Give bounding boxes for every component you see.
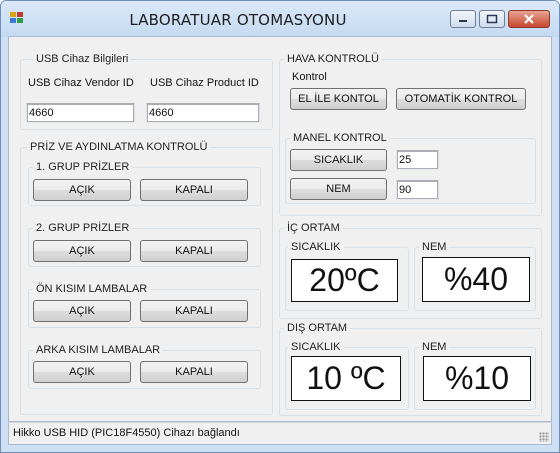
arka-lamba-on-button[interactable]: AÇIK <box>33 361 131 383</box>
title-bar[interactable]: LABORATUAR OTOMASYONU <box>1 1 559 37</box>
ic-hum-display: %40 <box>422 257 530 302</box>
grup1-on-button[interactable]: AÇIK <box>33 179 131 201</box>
close-button[interactable] <box>508 10 550 28</box>
usb-info-group-label: USB Cihaz Bilgileri <box>33 53 132 65</box>
ic-temp-label: SICAKLIK <box>288 241 344 253</box>
status-text: Hikko USB HID (PIC18F4550) Cihazı bağlan… <box>13 427 240 439</box>
dis-hum-label: NEM <box>419 341 450 353</box>
grup2-off-button[interactable]: KAPALI <box>140 240 248 262</box>
product-id-label: USB Cihaz Product ID <box>150 77 259 89</box>
main-window: LABORATUAR OTOMASYONU USB Cihaz Bilgiler… <box>0 0 560 453</box>
manel-control-group-label: MANEL KONTROL <box>290 132 390 144</box>
product-id-field[interactable]: 4660 <box>146 103 260 123</box>
manual-control-button[interactable]: EL İLE KONTOL <box>290 88 387 110</box>
on-lamba-off-button[interactable]: KAPALI <box>140 300 248 322</box>
client-area: USB Cihaz Bilgileri USB Cihaz Vendor ID … <box>8 36 552 422</box>
temp-set-field[interactable]: 25 <box>396 150 439 170</box>
on-lamba-on-button[interactable]: AÇIK <box>33 300 131 322</box>
minimize-icon <box>459 20 467 22</box>
kontrol-label: Kontrol <box>292 71 327 83</box>
hava-control-group-label: HAVA KONTROLÜ <box>284 53 382 65</box>
ic-temp-display: 20ºC <box>291 259 398 302</box>
dis-temp-label: SICAKLIK <box>288 341 344 353</box>
dis-ortam-group-label: DIŞ ORTAM <box>284 322 351 334</box>
resize-grip-icon[interactable] <box>539 432 549 442</box>
on-lamba-label: ÖN KISIM LAMBALAR <box>33 283 151 295</box>
vendor-id-field[interactable]: 4660 <box>26 103 135 123</box>
grup2-label: 2. GRUP PRİZLER <box>33 222 133 234</box>
window-title: LABORATUAR OTOMASYONU <box>129 11 347 29</box>
dis-hum-display: %10 <box>423 356 531 401</box>
grup1-off-button[interactable]: KAPALI <box>140 179 248 201</box>
ic-ortam-group-label: İÇ ORTAM <box>284 222 343 234</box>
arka-lamba-label: ARKA KISIM LAMBALAR <box>33 344 164 356</box>
arka-lamba-off-button[interactable]: KAPALI <box>140 361 248 383</box>
close-icon <box>524 14 534 24</box>
minimize-button[interactable] <box>450 10 476 28</box>
maximize-icon <box>486 14 498 24</box>
hum-set-button[interactable]: NEM <box>290 178 387 200</box>
hum-set-field[interactable]: 90 <box>396 180 439 200</box>
status-bar: Hikko USB HID (PIC18F4550) Cihazı bağlan… <box>8 422 552 445</box>
maximize-button[interactable] <box>479 10 505 28</box>
vendor-id-label: USB Cihaz Vendor ID <box>28 77 134 89</box>
grup2-on-button[interactable]: AÇIK <box>33 240 131 262</box>
temp-set-button[interactable]: SICAKLIK <box>290 149 387 171</box>
grup1-label: 1. GRUP PRİZLER <box>33 161 133 173</box>
auto-control-button[interactable]: OTOMATİK KONTROL <box>396 88 526 110</box>
ic-hum-label: NEM <box>419 241 450 253</box>
priz-control-group-label: PRİZ VE AYDINLATMA KONTROLÜ <box>27 141 211 153</box>
dis-temp-display: 10 ºC <box>291 356 401 401</box>
